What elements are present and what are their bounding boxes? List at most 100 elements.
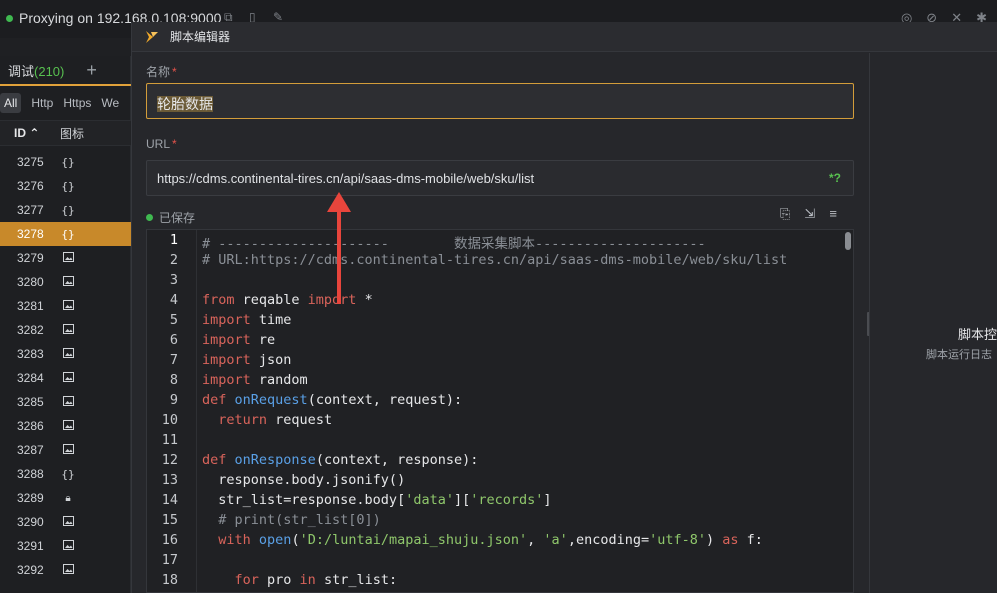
traffic-rows: 3275 {} 3276 {} 3277 {} 3278 {} 3279 3280 3281 3282… [0, 150, 131, 582]
column-icon[interactable]: 图标 [52, 125, 84, 142]
table-row[interactable]: 3278 {} [0, 222, 131, 246]
row-id: 3290 [17, 515, 44, 529]
annotation-arrow-icon [327, 192, 351, 304]
code-line: import json [202, 352, 292, 368]
row-id: 3278 [17, 227, 44, 241]
code-line: str_list=response.body['data']['records'… [202, 492, 552, 508]
table-row[interactable]: 3288 {} [0, 462, 131, 486]
row-id: 3288 [17, 467, 44, 481]
line-number: 17 [161, 552, 178, 568]
code-line: import time [202, 312, 292, 328]
lock-icon: 🔒︎ [65, 492, 71, 504]
image-icon [58, 515, 78, 529]
add-tab-button[interactable]: + [86, 60, 97, 81]
line-number: 15 [161, 512, 178, 528]
table-row[interactable]: 3276 {} [0, 174, 131, 198]
row-id: 3289 [17, 491, 44, 505]
protocol-filter-bar: All Http Https We [0, 90, 131, 116]
table-row[interactable]: 3280 [0, 270, 131, 294]
filter-ws[interactable]: We [101, 96, 119, 110]
code-editor[interactable]: 1 2 3 4 5 6 7 8 9 10 11 12 13 14 15 16 17 18 # ----------… [146, 229, 854, 593]
table-row[interactable]: 3287 [0, 438, 131, 462]
image-icon [58, 299, 78, 313]
code-line: # print(str_list[0]) [202, 512, 381, 528]
row-id: 3283 [17, 347, 44, 361]
json-icon: {} [61, 227, 75, 241]
code-scrollbar[interactable] [845, 232, 851, 250]
row-id: 3291 [17, 539, 44, 553]
table-row[interactable]: 3283 [0, 342, 131, 366]
table-row[interactable]: 3291 [0, 534, 131, 558]
line-number: 1 [169, 232, 178, 248]
table-row[interactable]: 3292 [0, 558, 131, 582]
image-icon [58, 323, 78, 337]
code-line: with open('D:/luntai/mapai_shuju.json', … [218, 532, 763, 548]
table-row[interactable]: 3277 {} [0, 198, 131, 222]
code-line: def onRequest(context, request): [202, 392, 463, 408]
table-row[interactable]: 3285 [0, 390, 131, 414]
json-icon: {} [61, 467, 75, 481]
filter-https[interactable]: Https [63, 96, 91, 110]
row-id: 3287 [17, 443, 44, 457]
row-id: 3277 [17, 203, 44, 217]
image-icon [58, 251, 78, 265]
table-row[interactable]: 3289 🔒︎ [0, 486, 131, 510]
code-line: for pro in str_list: [234, 572, 398, 588]
script-console-panel: 脚本控 脚本运行日志 [869, 53, 997, 593]
saved-dot-icon [146, 214, 153, 221]
code-line: # URL:https://cdms.continental-tires.cn/… [202, 252, 788, 268]
table-row[interactable]: 3286 [0, 414, 131, 438]
wrap-lines-icon[interactable]: ≡ [829, 206, 837, 222]
json-icon: {} [61, 203, 75, 217]
line-number: 13 [161, 472, 178, 488]
regex-toggle-button[interactable]: *? [829, 171, 841, 185]
table-row[interactable]: 3282 [0, 318, 131, 342]
name-input[interactable]: 轮胎数据 [146, 83, 854, 119]
code-line: import random [202, 372, 308, 388]
image-icon [58, 395, 78, 409]
image-icon [58, 275, 78, 289]
table-row[interactable]: 3290 [0, 510, 131, 534]
tab-debug-label: 调试(210) [8, 63, 65, 79]
export-file-icon[interactable]: ⇲ [804, 206, 815, 222]
line-number: 18 [161, 572, 178, 588]
row-id: 3275 [17, 155, 44, 169]
import-file-icon[interactable]: ⎘ [780, 206, 790, 222]
column-id[interactable]: ID ⌃ [0, 126, 52, 140]
line-number: 14 [161, 492, 178, 508]
json-icon: {} [61, 179, 75, 193]
filter-http[interactable]: Http [31, 96, 53, 110]
line-number-gutter: 1 2 3 4 5 6 7 8 9 10 11 12 13 14 15 16 17 18 [147, 230, 197, 592]
line-number: 3 [169, 272, 178, 288]
script-editor-dialog: 脚本编辑器 名称 * 轮胎数据 URL * https://cdms.contine… [131, 22, 997, 593]
line-number: 6 [169, 332, 178, 348]
row-id: 3276 [17, 179, 44, 193]
line-number: 7 [169, 352, 178, 368]
line-number: 4 [169, 292, 178, 308]
console-title: 脚本控 [958, 327, 997, 342]
line-number: 16 [161, 532, 178, 548]
dialog-title: 脚本编辑器 [170, 30, 231, 44]
table-row[interactable]: 3281 [0, 294, 131, 318]
name-label: 名称 * [146, 65, 177, 79]
code-line: # --------------------- 数据采集脚本----------… [202, 236, 706, 252]
dialog-title-bar: 脚本编辑器 [132, 22, 997, 52]
line-number: 11 [161, 432, 178, 448]
row-id: 3286 [17, 419, 44, 433]
table-row[interactable]: 3279 [0, 246, 131, 270]
tab-debug[interactable]: 调试(210) + [0, 56, 131, 86]
url-label: URL * [146, 137, 177, 151]
table-row[interactable]: 3284 [0, 366, 131, 390]
code-line: def onResponse(context, response): [202, 452, 479, 468]
saved-label: 已保存 [159, 211, 196, 225]
line-number: 9 [169, 392, 178, 408]
list-column-header: ID ⌃ 图标 [0, 120, 131, 146]
image-icon [58, 443, 78, 457]
filter-all[interactable]: All [0, 93, 22, 113]
code-line: return request [218, 412, 333, 428]
image-icon [58, 371, 78, 385]
image-icon [58, 539, 78, 553]
url-input[interactable]: https://cdms.continental-tires.cn/api/sa… [146, 160, 854, 196]
table-row[interactable]: 3275 {} [0, 150, 131, 174]
reqable-logo-icon [144, 29, 160, 45]
